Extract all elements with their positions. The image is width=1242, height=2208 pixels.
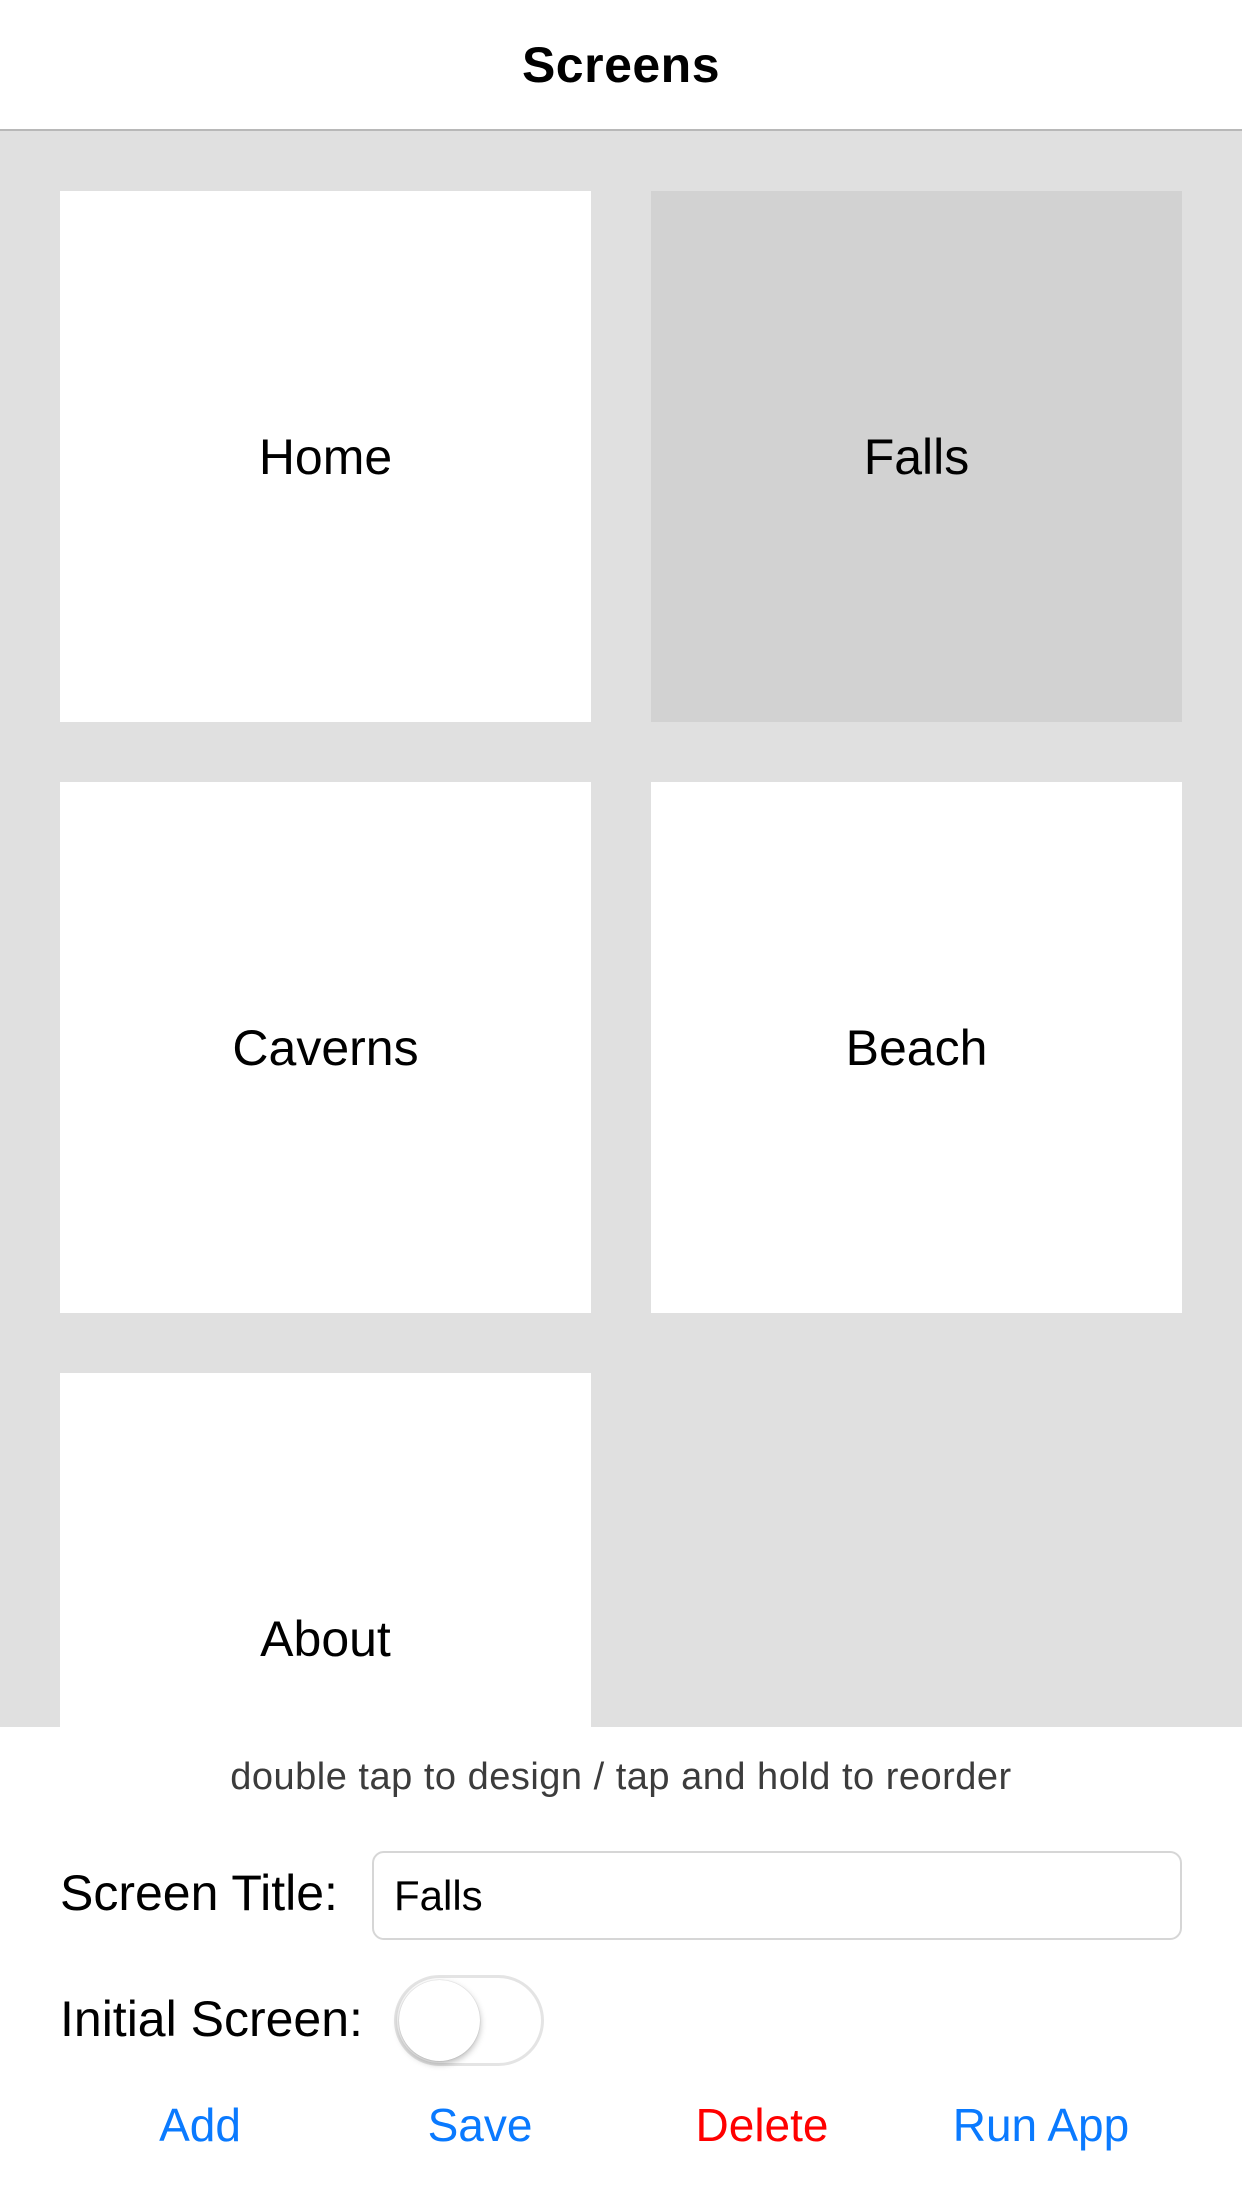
usage-hint: double tap to design / tap and hold to r… [230, 1756, 1012, 1798]
initial-screen-label: Initial Screen: [60, 1991, 363, 2047]
run-app-button[interactable]: Run App [938, 2095, 1144, 2155]
navigation-bar: Screens [0, 0, 1242, 131]
screen-tile-label: Falls [863, 428, 970, 485]
screen-tile-beach[interactable]: Beach [651, 782, 1182, 1313]
page-title: Screens [521, 36, 721, 93]
screen-title-label: Screen Title: [60, 1865, 338, 1921]
add-button[interactable]: Add [118, 2095, 282, 2155]
screen-tile-label: Home [258, 428, 393, 485]
screen-tile-label: Caverns [232, 1019, 419, 1076]
screens-grid[interactable]: Home Falls Caverns Beach About [0, 131, 1242, 1727]
screen-tile-home[interactable]: Home [60, 191, 591, 722]
screen-tile-about[interactable]: About [60, 1373, 591, 1727]
delete-button[interactable]: Delete [672, 2095, 852, 2155]
toggle-knob [399, 1980, 480, 2061]
screen-title-input[interactable] [372, 1851, 1182, 1940]
screen-tile-label: About [260, 1610, 391, 1667]
screen-tile-label: Beach [845, 1019, 988, 1076]
screen-tile-falls[interactable]: Falls [651, 191, 1182, 722]
screen-tile-caverns[interactable]: Caverns [60, 782, 591, 1313]
save-button[interactable]: Save [398, 2095, 562, 2155]
initial-screen-toggle[interactable] [394, 1975, 544, 2066]
